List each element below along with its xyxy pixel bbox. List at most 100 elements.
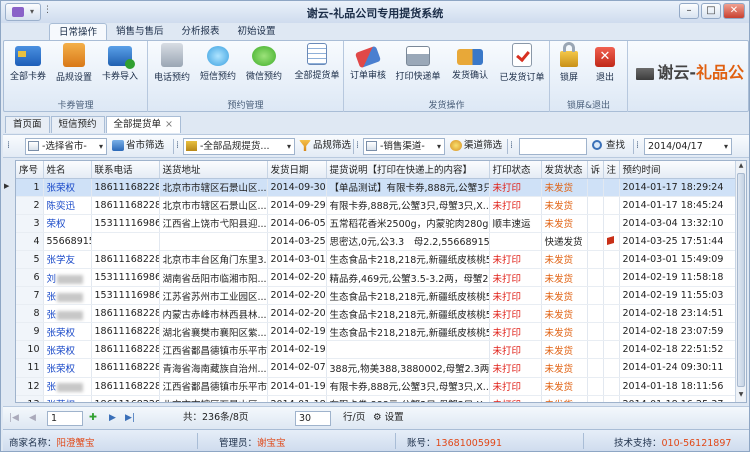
shipped-orders-button[interactable]: 已发货订单	[496, 43, 548, 83]
table-cell: 9	[16, 322, 44, 342]
table-cell	[587, 395, 604, 402]
doc-tab-sms[interactable]: 短信预约	[50, 116, 105, 133]
refresh-icon[interactable]: ✚	[89, 411, 97, 425]
table-cell	[587, 178, 604, 197]
search-button[interactable]: 查找	[591, 138, 625, 155]
search-input[interactable]	[519, 138, 587, 155]
doc-tab-all-orders[interactable]: 全部提货单 ×	[105, 116, 182, 133]
cell-text: 2014-02-20	[270, 308, 326, 320]
vertical-scrollbar[interactable]: ▲ ▼	[735, 161, 746, 402]
product-filter-button[interactable]: 品规筛选	[298, 138, 351, 155]
truck-icon	[457, 49, 483, 65]
column-header[interactable]: 提货说明【打印在快递上的内容】	[326, 161, 490, 179]
table-row[interactable]: 6 刘 15311116986 湖南省岳阳市临湘市阳... 2014-02-20 精品券,…	[16, 268, 737, 288]
first-page-icon[interactable]: |◀	[9, 411, 19, 425]
column-header[interactable]: 姓名	[43, 161, 92, 179]
cell-text: 10	[27, 344, 40, 356]
close-button[interactable]: ✕	[723, 3, 745, 19]
order-review-button[interactable]: 订单审核	[346, 43, 390, 81]
print-waybill-button[interactable]: 打印快递单	[394, 43, 442, 82]
status-bar: 商家名称：阳澄蟹宝 管理员：谢宝宝 账号：13681005991 技术支持：01…	[3, 429, 749, 451]
table-row[interactable]: 4 55668915 2014-03-25 思密达,0元,公3.3 母2.2,5566…	[16, 232, 737, 251]
confirm-shipping-button[interactable]: 发货确认	[448, 43, 492, 81]
column-header[interactable]: 送货地址	[159, 161, 268, 179]
maximize-button[interactable]: □	[701, 3, 721, 19]
cell-text: 2014-02-18 23:07:59	[622, 326, 724, 338]
cell-text: 18611168228	[94, 344, 159, 356]
table-cell: 未发货	[541, 304, 588, 324]
tab-daily[interactable]: 日常操作	[49, 23, 108, 41]
page-size-input[interactable]: 30	[295, 411, 331, 426]
scroll-down-icon[interactable]: ▼	[736, 391, 746, 401]
pager-settings-button[interactable]: ⚙ 设置	[373, 411, 404, 425]
column-header[interactable]: 联系电话	[91, 161, 160, 179]
table-row[interactable]: 9 张荣权 18611168228 湖北省襄樊市襄阳区紫... 2014-02-19 生态…	[16, 322, 737, 342]
table-cell	[603, 268, 620, 288]
column-header[interactable]: 发货状态	[541, 161, 588, 179]
product-select[interactable]: -全部品规提货... ▾	[183, 138, 295, 155]
date-picker[interactable]: 2014/04/17 ▾	[644, 138, 732, 155]
last-page-icon[interactable]: ▶|	[125, 411, 135, 425]
exit-button[interactable]: ✕ 退出	[586, 43, 624, 83]
tab-settings[interactable]: 初始设置	[229, 23, 285, 41]
cell-text: 9	[33, 326, 40, 338]
table-cell: 2014-02-20	[267, 304, 327, 324]
cell-text: 6	[33, 272, 40, 284]
table-row[interactable]: 3 荣权 15311116986 江西省上饶市弋阳县迎... 2014-06-05 五常稻…	[16, 214, 737, 233]
table-row[interactable]: 12 张 18611168228 江西省鄱昌德镇市乐平市... 2014-01-19 有限…	[16, 377, 737, 396]
import-cards-button[interactable]: 卡券导入	[98, 43, 142, 82]
column-header[interactable]: 打印状态	[489, 161, 542, 179]
next-page-icon[interactable]: ▶	[109, 411, 116, 425]
cell-text: 未打印	[492, 201, 522, 213]
table-row[interactable]: 10 张荣权 18611168228 江西省鄱昌德镇市乐平市... 2014-02-19…	[16, 340, 737, 360]
chevron-down-icon: ▾	[286, 142, 291, 151]
table-row[interactable]: 13 张荣权 18611168228 北京市市辖区石景山区... 2014-01-18 有…	[16, 395, 737, 402]
table-row[interactable]: 7 张 15311116986 江苏省苏州市工业园区... 2014-02-20 生态食品…	[16, 286, 737, 306]
wechat-booking-button[interactable]: 微信预约	[242, 43, 286, 82]
scroll-thumb[interactable]	[737, 173, 745, 387]
column-header[interactable]: 预约时间	[619, 161, 737, 179]
account-info: 账号：13681005991	[407, 435, 502, 449]
close-tab-icon[interactable]: ×	[165, 119, 173, 130]
column-header[interactable]: 诉	[587, 161, 604, 179]
all-cards-button[interactable]: 全部卡券	[6, 43, 50, 82]
tab-sales[interactable]: 销售与售后	[107, 23, 173, 41]
prev-page-icon[interactable]: ◀	[29, 411, 36, 425]
table-row[interactable]: 1 张荣权 18611168228 北京市市辖区石景山区... 2014-09-30 【单…	[16, 178, 737, 197]
column-header[interactable]: 序号	[16, 161, 44, 179]
minimize-button[interactable]: –	[679, 3, 699, 19]
sms-booking-button[interactable]: 短信预约	[196, 43, 240, 82]
lock-screen-button[interactable]: 锁屏	[550, 42, 588, 83]
merchant-value: 阳澄蟹宝	[56, 438, 95, 449]
province-select[interactable]: -选择省市- ▾	[25, 138, 107, 155]
cell-text: 江西省鄱昌德镇市乐平市...	[162, 345, 267, 357]
phone-booking-button[interactable]: 电话预约	[150, 43, 194, 83]
column-header[interactable]: 发货日期	[267, 161, 327, 179]
tab-reports[interactable]: 分析报表	[173, 23, 229, 41]
scroll-up-icon[interactable]: ▲	[736, 162, 746, 172]
group-label-booking: 预约管理	[227, 101, 264, 111]
cell-text: 有限卡券,888元,公蟹3只,母蟹3只,X...	[329, 201, 489, 213]
product-spec-button[interactable]: 品规设置	[52, 43, 96, 83]
page-number-input[interactable]: 1	[47, 411, 83, 426]
table-row[interactable]: 11 张荣权 18611168228 青海省海南藏族自治州... 2014-02-07 3…	[16, 358, 737, 378]
province-filter-button[interactable]: 省市筛选	[111, 138, 164, 155]
table-row[interactable]: 8 张 18611168228 内蒙古赤峰市林西县林... 2014-02-20 生态食品…	[16, 304, 737, 324]
doc-tab-home[interactable]: 首页面	[5, 116, 50, 133]
table-row[interactable]: 2 陈奕迅 18611168228 北京市市辖区石景山区... 2014-09-29 有限…	[16, 196, 737, 215]
table-cell	[91, 232, 160, 251]
cell-text: 8	[33, 308, 40, 320]
all-orders-button[interactable]: 全部提货单	[292, 43, 342, 81]
cell-text: 未打印	[492, 309, 522, 321]
table-cell: 快递发货	[541, 232, 588, 251]
cell-text: 2014-02-19	[270, 344, 326, 356]
table-cell	[603, 358, 620, 378]
channel-filter-button[interactable]: 渠道筛选	[449, 138, 502, 155]
cell-text: 2014-01-17 18:45:24	[622, 199, 724, 211]
table-cell: 张	[43, 304, 92, 324]
table-row[interactable]: 5 张学友 18611168228 北京市丰台区角门东里3... 2014-03-01 生…	[16, 250, 737, 269]
confirm-shipping-label: 发货确认	[451, 71, 488, 81]
channel-select[interactable]: -销售渠道- ▾	[363, 138, 445, 155]
cell-text: 2014-01-19	[270, 380, 326, 392]
column-header[interactable]: 注	[603, 161, 620, 179]
